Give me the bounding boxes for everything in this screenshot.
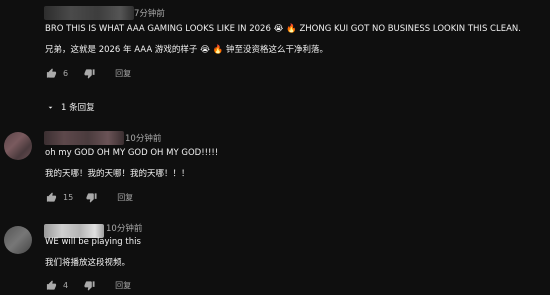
thumbs-up-icon — [46, 280, 57, 290]
avatar[interactable] — [4, 132, 32, 160]
username-blurred[interactable] — [44, 131, 124, 145]
comment-text-en: oh my GOD OH MY GOD OH MY GOD!!!!! — [45, 148, 219, 158]
thumbs-down-icon — [86, 193, 97, 203]
comment-2: 10分钟前 oh my GOD OH MY GOD OH MY GOD!!!!!… — [0, 126, 550, 216]
comment-text-zh: 兄弟，这就是 2026 年 AAA 游戏的样子 😭 🔥 钟至没资格这么干净利落。 — [45, 45, 328, 55]
like-button[interactable]: 6 — [46, 68, 68, 79]
thumbs-up-icon — [46, 192, 57, 202]
comment-1: 7分钟前 BRO THIS IS WHAT AAA GAMING LOOKS L… — [0, 0, 550, 120]
comment-actions: 4 回复 — [46, 280, 131, 291]
thumbs-up-icon — [46, 68, 57, 78]
comment-actions: 15 回复 — [46, 192, 133, 203]
thumbs-down-icon — [84, 69, 95, 79]
comment-3: 10分钟前 WE will be playing this 我们将播放这段视频。… — [0, 216, 550, 295]
comment-actions: 6 回复 — [46, 68, 131, 79]
thumbs-down-icon — [84, 281, 95, 291]
comment-time: 10分钟前 — [125, 134, 162, 144]
comment-text-zh: 我的天哪！我的天哪！我的天哪！！！ — [45, 169, 190, 179]
like-button[interactable]: 15 — [46, 192, 73, 203]
dislike-button[interactable] — [84, 280, 95, 291]
avatar[interactable] — [4, 226, 32, 254]
comment-time: 7分钟前 — [134, 9, 165, 19]
like-count: 15 — [63, 193, 74, 202]
reply-button[interactable]: 回复 — [117, 192, 133, 203]
like-count: 4 — [63, 281, 69, 290]
username-blurred[interactable] — [44, 6, 134, 20]
comment-text-zh: 我们将播放这段视频。 — [45, 258, 131, 268]
comment-text-en: WE will be playing this — [45, 237, 141, 247]
username-blurred[interactable] — [44, 224, 104, 238]
view-replies-button[interactable]: 1 条回复 — [46, 101, 95, 113]
comment-time: 10分钟前 — [106, 224, 143, 234]
like-button[interactable]: 4 — [46, 280, 68, 291]
reply-button[interactable]: 回复 — [115, 280, 131, 291]
comment-text-en: BRO THIS IS WHAT AAA GAMING LOOKS LIKE I… — [45, 24, 521, 34]
reply-button[interactable]: 回复 — [115, 68, 131, 79]
chevron-down-icon — [48, 106, 53, 109]
like-count: 6 — [63, 69, 69, 78]
dislike-button[interactable] — [84, 68, 95, 79]
view-replies-label: 1 条回复 — [61, 103, 95, 113]
dislike-button[interactable] — [86, 192, 97, 203]
